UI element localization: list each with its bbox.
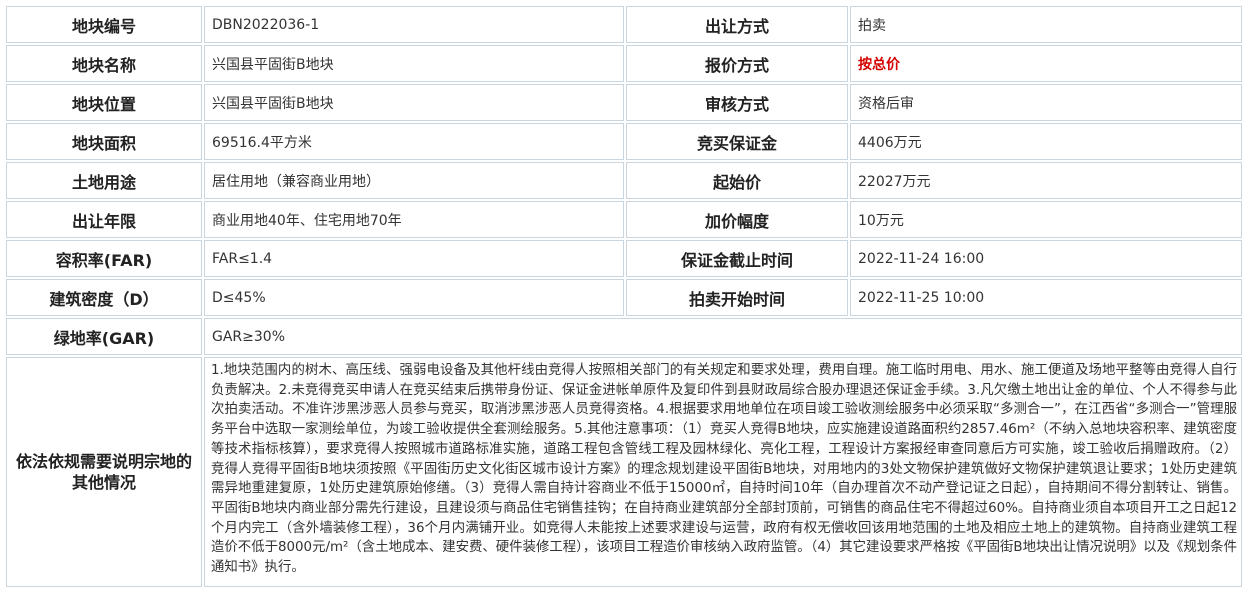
row-parcel-location: 地块位置 兴国县平固街B地块 审核方式 资格后审 — [6, 84, 1242, 121]
row-parcel-number: 地块编号 DBN2022036-1 出让方式 拍卖 — [6, 6, 1242, 43]
row-building-density: 建筑密度（D） D≤45% 拍卖开始时间 2022-11-25 10:00 — [6, 279, 1242, 316]
parcel-number-label: 地块编号 — [6, 6, 202, 43]
parcel-area-label: 地块面积 — [6, 123, 202, 160]
quote-method-label: 报价方式 — [626, 45, 848, 82]
parcel-location-label: 地块位置 — [6, 84, 202, 121]
transfer-term-label: 出让年限 — [6, 201, 202, 238]
green-ratio-value: GAR≥30% — [204, 318, 1242, 355]
building-density-value: D≤45% — [204, 279, 624, 316]
parcel-name-value: 兴国县平固街B地块 — [204, 45, 624, 82]
row-green-ratio: 绿地率(GAR) GAR≥30% — [6, 318, 1242, 355]
review-method-value: 资格后审 — [850, 84, 1242, 121]
land-use-value: 居住用地（兼容商业用地） — [204, 162, 624, 199]
deposit-value: 4406万元 — [850, 123, 1242, 160]
bid-increment-value: 10万元 — [850, 201, 1242, 238]
starting-price-label: 起始价 — [626, 162, 848, 199]
parcel-name-label: 地块名称 — [6, 45, 202, 82]
row-land-use: 土地用途 居住用地（兼容商业用地） 起始价 22027万元 — [6, 162, 1242, 199]
land-info-table: 地块编号 DBN2022036-1 出让方式 拍卖 地块名称 兴国县平固街B地块… — [4, 4, 1244, 589]
parcel-number-value: DBN2022036-1 — [204, 6, 624, 43]
quote-method-value: 按总价 — [850, 45, 1242, 82]
transfer-term-value: 商业用地40年、住宅用地70年 — [204, 201, 624, 238]
row-parcel-area: 地块面积 69516.4平方米 竞买保证金 4406万元 — [6, 123, 1242, 160]
other-notes-label: 依法依规需要说明宗地的其他情况 — [6, 357, 202, 587]
transfer-method-label: 出让方式 — [626, 6, 848, 43]
deposit-label: 竞买保证金 — [626, 123, 848, 160]
far-value: FAR≤1.4 — [204, 240, 624, 277]
row-other-notes: 依法依规需要说明宗地的其他情况 1.地块范围内的树木、高压线、强弱电设备及其他杆… — [6, 357, 1242, 587]
auction-start-label: 拍卖开始时间 — [626, 279, 848, 316]
row-parcel-name: 地块名称 兴国县平固街B地块 报价方式 按总价 — [6, 45, 1242, 82]
building-density-label: 建筑密度（D） — [6, 279, 202, 316]
row-far: 容积率(FAR) FAR≤1.4 保证金截止时间 2022-11-24 16:0… — [6, 240, 1242, 277]
review-method-label: 审核方式 — [626, 84, 848, 121]
starting-price-value: 22027万元 — [850, 162, 1242, 199]
deposit-deadline-label: 保证金截止时间 — [626, 240, 848, 277]
green-ratio-label: 绿地率(GAR) — [6, 318, 202, 355]
parcel-area-value: 69516.4平方米 — [204, 123, 624, 160]
bid-increment-label: 加价幅度 — [626, 201, 848, 238]
transfer-method-value: 拍卖 — [850, 6, 1242, 43]
other-notes-text: 1.地块范围内的树木、高压线、强弱电设备及其他杆线由竞得人按照相关部门的有关规定… — [204, 357, 1242, 587]
parcel-location-value: 兴国县平固街B地块 — [204, 84, 624, 121]
deposit-deadline-value: 2022-11-24 16:00 — [850, 240, 1242, 277]
auction-start-value: 2022-11-25 10:00 — [850, 279, 1242, 316]
far-label: 容积率(FAR) — [6, 240, 202, 277]
land-use-label: 土地用途 — [6, 162, 202, 199]
row-transfer-term: 出让年限 商业用地40年、住宅用地70年 加价幅度 10万元 — [6, 201, 1242, 238]
